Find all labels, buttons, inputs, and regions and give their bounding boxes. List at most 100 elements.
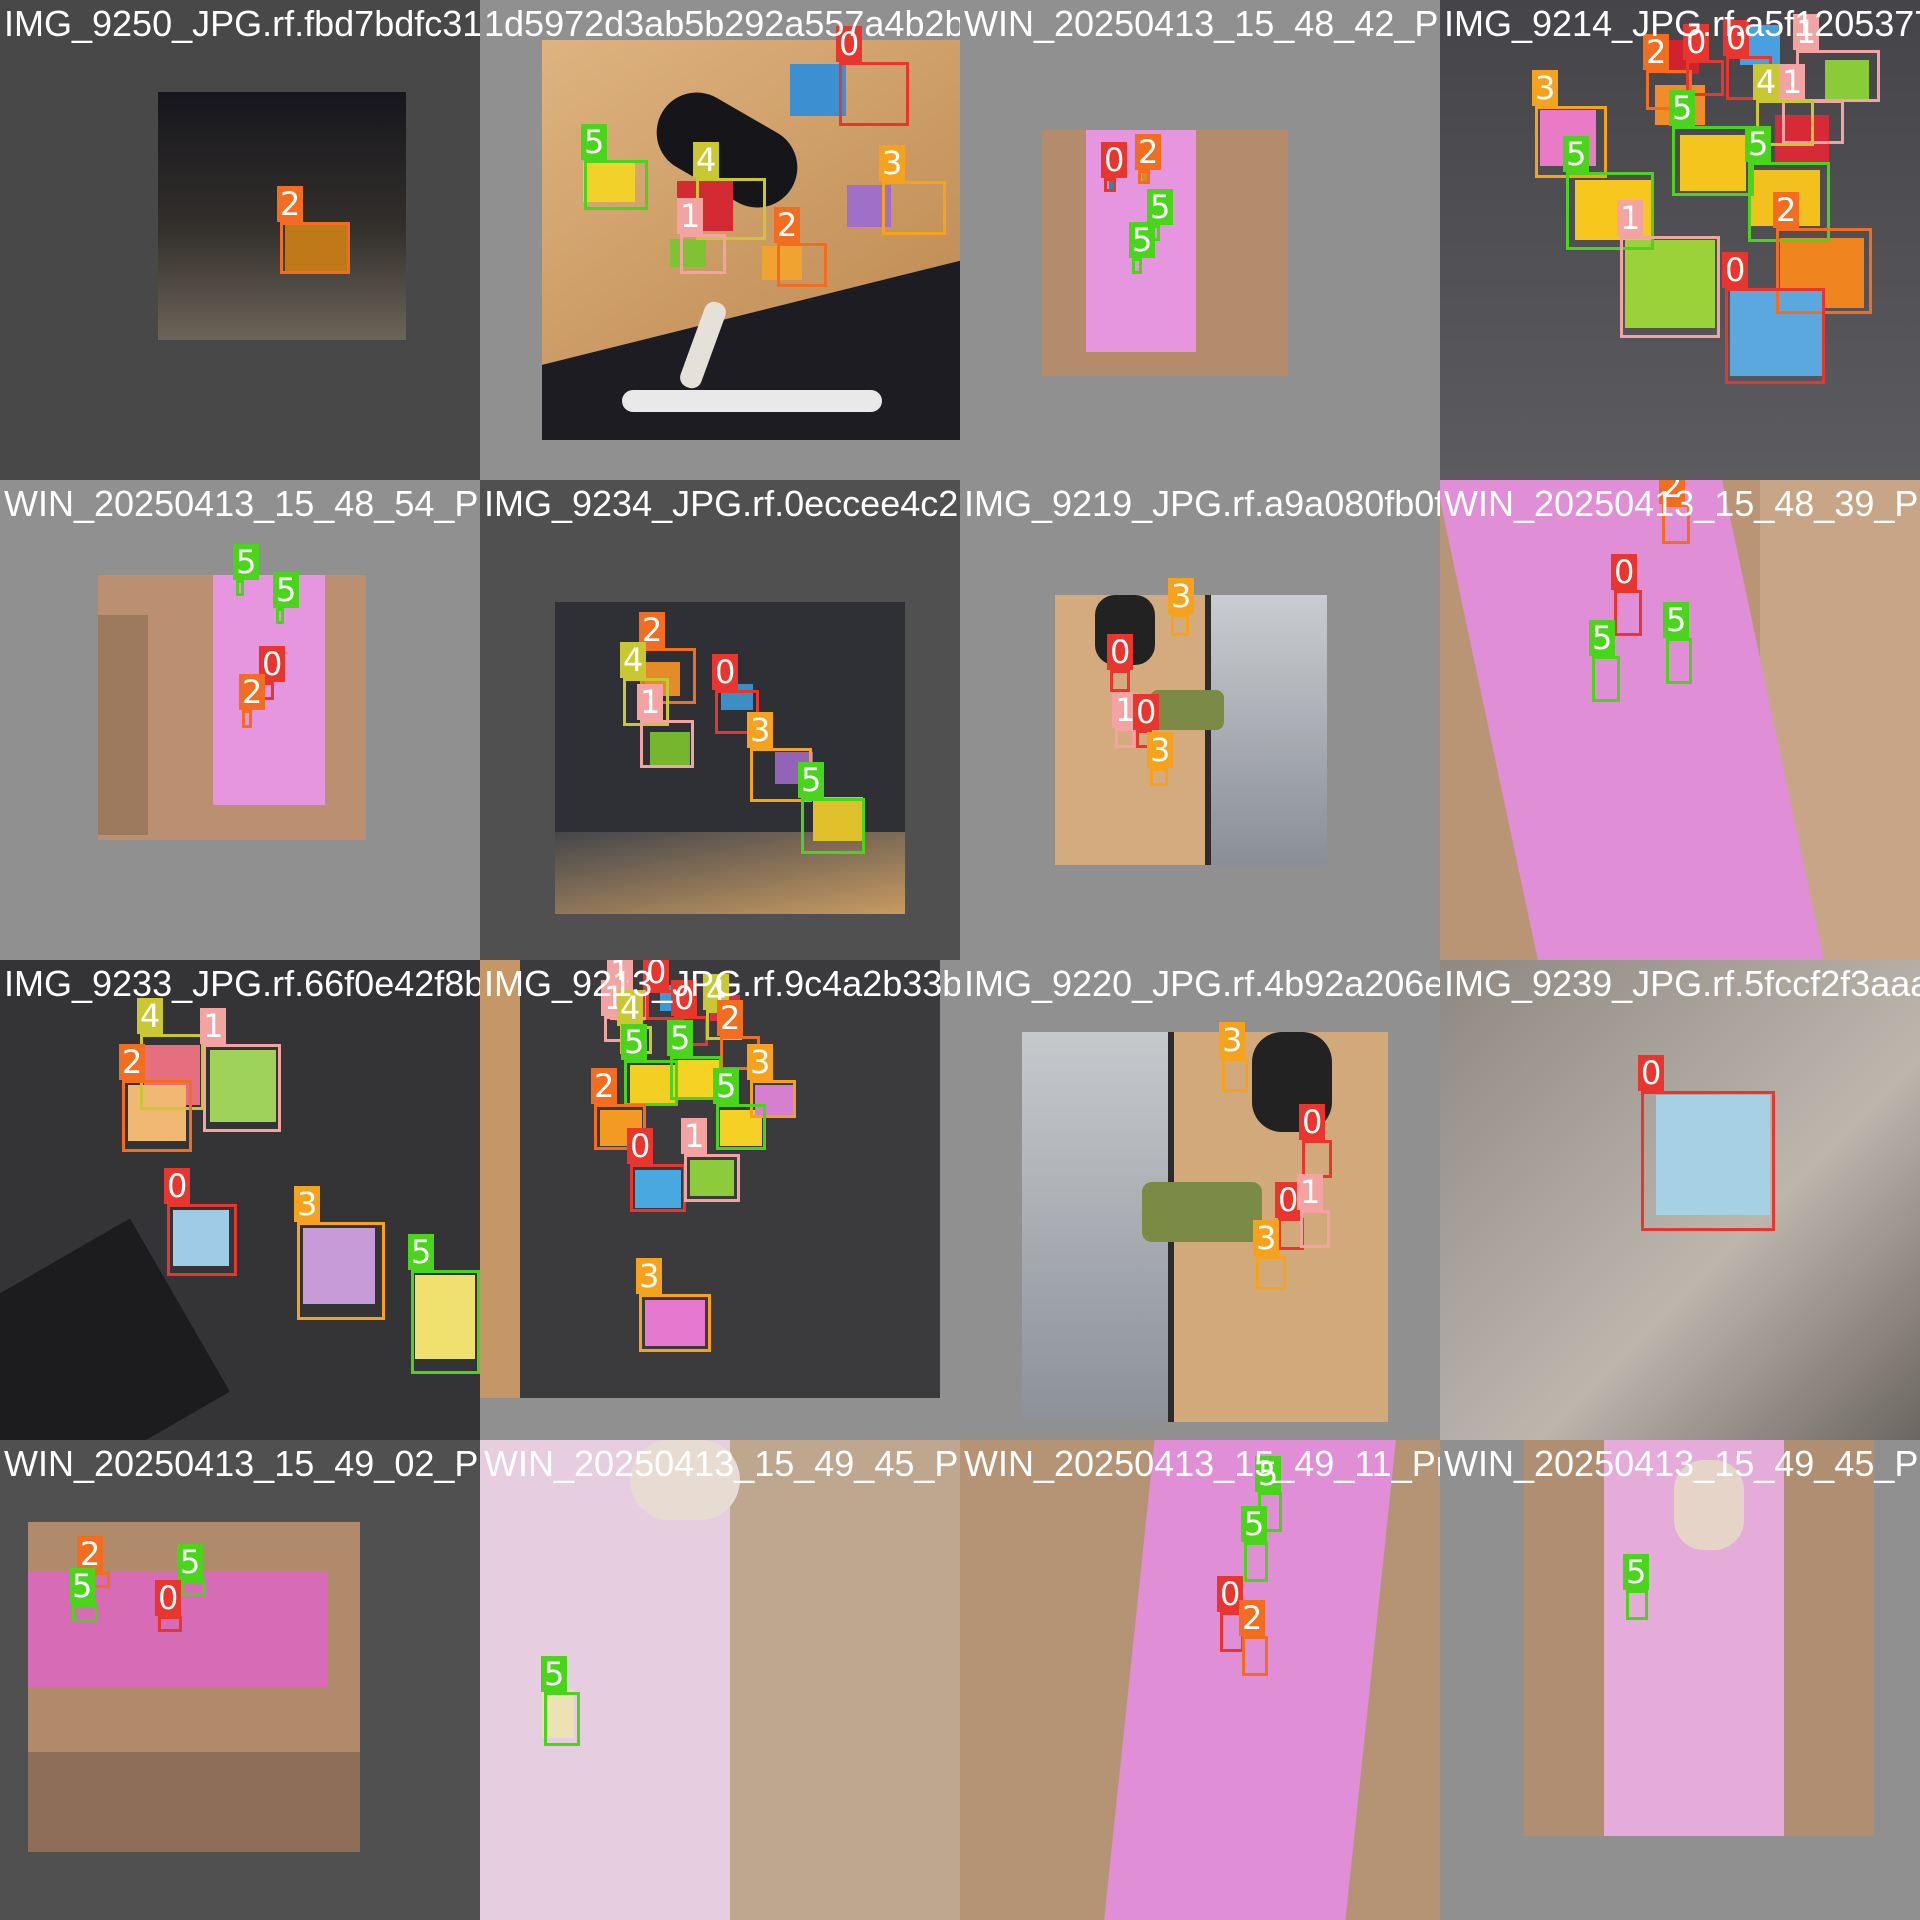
class-label: 0 <box>1638 1055 1665 1091</box>
detection-box <box>639 1294 711 1352</box>
detection-box <box>122 1080 192 1152</box>
class-label: 4 <box>620 642 647 678</box>
class-label: 5 <box>713 1068 740 1104</box>
detection-box <box>203 1044 281 1132</box>
tile-0: 2 IMG_9250_JPG.rf.fbd7bdfc31a <box>0 0 480 480</box>
class-label: 5 <box>69 1568 96 1604</box>
photo <box>1055 595 1327 865</box>
detection-box <box>1626 1590 1648 1620</box>
image-filename: IMG_9250_JPG.rf.fbd7bdfc31a <box>4 3 480 44</box>
class-label: 5 <box>1147 189 1174 225</box>
image-filename: WIN_20250413_15_49_45_Pro.jpg <box>1444 1443 1920 1484</box>
photo <box>98 575 366 840</box>
photo <box>0 960 480 1440</box>
tile-4: 5 5 0 2 WIN_20250413_15_48_54_Pro.jpg <box>0 480 480 960</box>
class-label: 5 <box>1241 1506 1268 1542</box>
photo <box>1022 1032 1388 1422</box>
detection-box <box>1666 638 1692 684</box>
detection-box <box>1104 178 1116 192</box>
tile-9: 1 0 1 0 4 4 2 5 5 3 2 5 0 1 3 IMG_9213_J… <box>480 960 960 1440</box>
detection-box <box>1242 1636 1268 1676</box>
class-label: 3 <box>1168 578 1195 614</box>
window-frame <box>1205 595 1211 865</box>
class-label: 5 <box>1129 222 1156 258</box>
photo <box>1042 130 1288 376</box>
class-label: 3 <box>747 712 774 748</box>
detection-box <box>1110 670 1130 692</box>
tile-3: 2 0 0 1 1 3 4 5 5 5 2 1 0 IMG_9214_JPG.r… <box>1440 0 1920 480</box>
tile-8: 4 1 2 0 3 5 IMG_9233_JPG.rf.66f0e42f8bbd <box>0 960 480 1440</box>
tile-7: 2 0 5 5 WIN_20250413_15_48_39_Pro.jpg <box>1440 480 1920 960</box>
class-label: 1 <box>1779 64 1806 100</box>
detection-box <box>1300 1210 1330 1248</box>
detection-box <box>1796 50 1880 102</box>
class-label: 0 <box>1133 694 1160 730</box>
tile-15: 5 WIN_20250413_15_49_45_Pro.jpg <box>1440 1440 1920 1920</box>
detection-box <box>167 1204 237 1276</box>
detection-box <box>882 181 946 235</box>
detection-box <box>242 710 252 728</box>
detection-box <box>1620 236 1720 338</box>
box-flap <box>98 615 148 835</box>
detection-box <box>1672 126 1754 196</box>
class-label: 3 <box>1532 70 1559 106</box>
class-label: 3 <box>879 145 906 181</box>
image-filename: WIN_20250413_15_49_02_Pro.jpg <box>4 1443 480 1484</box>
class-label: 1 <box>681 1118 708 1154</box>
image-filename: 1d5972d3ab5b292a557a4b2b61 <box>484 3 960 44</box>
chair-base <box>622 390 882 412</box>
photo <box>555 602 905 914</box>
class-label: 5 <box>1745 126 1772 162</box>
image-filename: IMG_9220_JPG.rf.4b92a206e2bc <box>964 963 1440 1004</box>
detection-box <box>411 1270 480 1374</box>
class-label: 2 <box>239 674 266 710</box>
class-label: 1 <box>1617 200 1644 236</box>
detection-box <box>1592 656 1620 702</box>
class-label: 5 <box>541 1656 568 1692</box>
class-label: 0 <box>1611 554 1638 590</box>
image-filename: IMG_9234_JPG.rf.0eccee4c2760 <box>484 483 960 524</box>
detection-box <box>640 720 694 768</box>
photo <box>1524 1440 1874 1836</box>
window <box>1205 595 1327 865</box>
detection-box <box>680 234 726 274</box>
detection-box <box>839 62 909 126</box>
class-label: 1 <box>637 684 664 720</box>
detection-box <box>1244 1542 1268 1582</box>
detection-box <box>1150 768 1168 786</box>
class-label: 2 <box>1239 1600 1266 1636</box>
class-label: 3 <box>747 1044 774 1080</box>
class-label: 5 <box>1589 620 1616 656</box>
class-label: 2 <box>277 186 304 222</box>
detection-box <box>1132 258 1142 274</box>
image-filename: WIN_20250413_15_49_11_Pro.jpg <box>964 1443 1440 1484</box>
detection-box <box>1614 590 1642 636</box>
class-label: 1 <box>677 198 704 234</box>
class-label: 2 <box>1773 192 1800 228</box>
image-filename: WIN_20250413_15_48_54_Pro.jpg <box>4 483 480 524</box>
detection-box <box>280 222 350 274</box>
class-label: 3 <box>1147 732 1174 768</box>
class-label: 0 <box>627 1128 654 1164</box>
class-label: 1 <box>200 1008 227 1044</box>
class-label: 0 <box>1722 252 1749 288</box>
bottle <box>1142 1182 1262 1242</box>
image-filename: IMG_9233_JPG.rf.66f0e42f8bbd <box>4 963 480 1004</box>
class-label: 2 <box>591 1068 618 1104</box>
detection-box <box>1115 728 1135 748</box>
tile-1: 0 5 4 3 1 2 1d5972d3ab5b292a557a4b2b61 <box>480 0 960 480</box>
photo <box>960 1440 1440 1920</box>
detection-box <box>276 608 284 624</box>
image-filename: IMG_9213_JPG.rf.9c4a2b33b50377 <box>484 963 960 1004</box>
class-label: 0 <box>712 654 739 690</box>
detection-box <box>630 1164 686 1212</box>
detection-box <box>1222 1058 1248 1092</box>
tile-12: 2 5 5 0 WIN_20250413_15_49_02_Pro.jpg <box>0 1440 480 1920</box>
detection-box <box>1138 170 1150 184</box>
class-label: 5 <box>1623 1554 1650 1590</box>
class-label: 0 <box>1299 1104 1326 1140</box>
tile-6: 3 0 1 0 3 IMG_9219_JPG.rf.a9a080fb0fd <box>960 480 1440 960</box>
detection-box <box>297 1222 385 1320</box>
class-label: 5 <box>1663 602 1690 638</box>
detection-box <box>544 1692 580 1746</box>
